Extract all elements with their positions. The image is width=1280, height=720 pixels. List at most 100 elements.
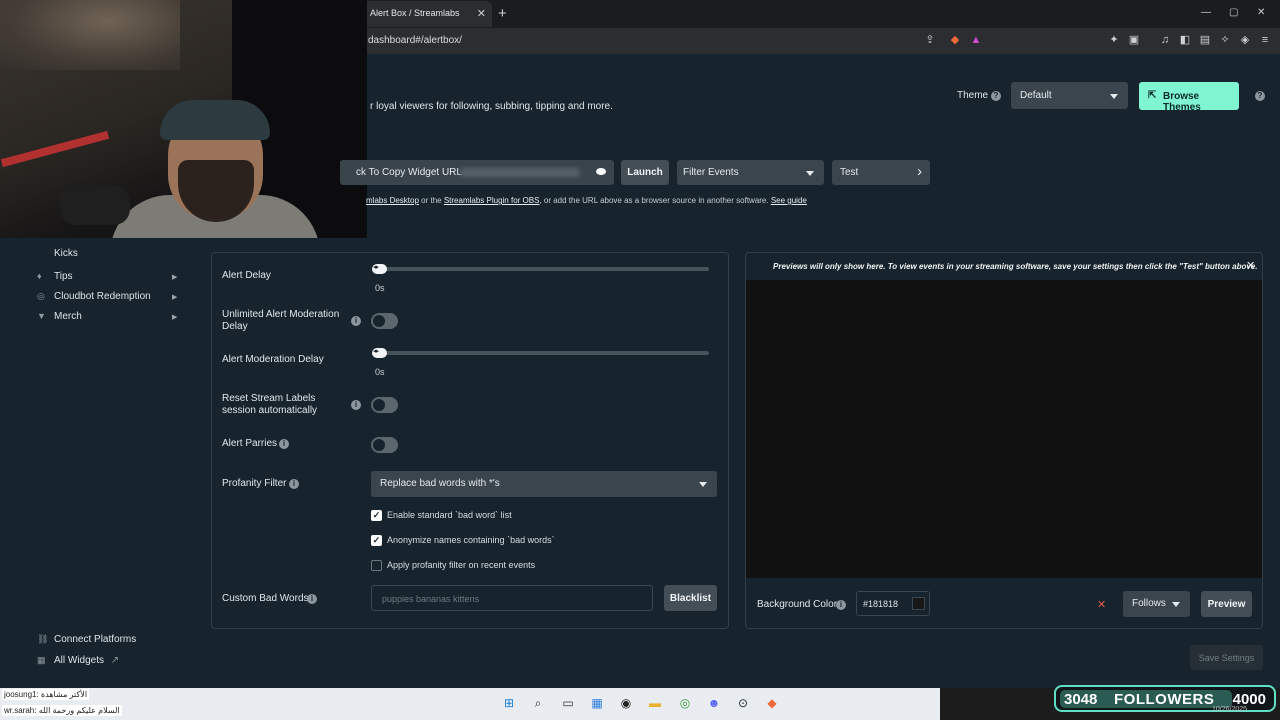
- background-color-value: #181818: [863, 599, 899, 609]
- wallet-icon[interactable]: ▤: [1198, 33, 1212, 47]
- sidebar-item-tips[interactable]: ♦ Tips: [37, 271, 73, 282]
- connect-platforms-label: Connect Platforms: [54, 634, 137, 645]
- blacklist-button[interactable]: Blacklist: [664, 585, 717, 611]
- alert-delay-value: 0s: [375, 283, 385, 293]
- moderation-delay-handle[interactable]: [372, 347, 387, 358]
- brave-icon[interactable]: ◆: [763, 694, 781, 712]
- guide-text-part: , or add the URL above as a browser sour…: [539, 196, 771, 205]
- external-link-icon: ⇱: [1148, 90, 1157, 101]
- browse-themes-button[interactable]: ⇱ Browse Themes: [1139, 82, 1239, 113]
- unlimited-moderation-toggle[interactable]: [371, 313, 398, 329]
- theme-select[interactable]: Default: [1011, 82, 1128, 109]
- obs-plugin-link[interactable]: Streamlabs Plugin for OBS: [444, 196, 540, 205]
- alert-delay-handle[interactable]: [372, 263, 387, 274]
- moderation-delay-slider[interactable]: [372, 351, 709, 355]
- filter-events-label: Filter Events: [683, 167, 739, 178]
- rewards-icon[interactable]: ▲: [969, 33, 983, 47]
- menu-icon[interactable]: ≡: [1258, 33, 1272, 47]
- guide-text: mlabs Desktop or the Streamlabs Plugin f…: [366, 196, 807, 205]
- see-guide-link[interactable]: See guide: [771, 196, 807, 205]
- sidebar-item-merch[interactable]: ▼ Merch: [37, 311, 82, 322]
- share-icon[interactable]: ⇪: [923, 33, 937, 47]
- merch-icon: ▼: [37, 311, 46, 321]
- anonymize-names-label: Anonymize names containing `bad words`: [387, 535, 555, 545]
- follows-select[interactable]: Follows: [1123, 591, 1190, 617]
- recent-events-label: Apply profanity filter on recent events: [387, 560, 536, 570]
- sidebar-item-label: Tips: [54, 271, 73, 282]
- chevron-down-icon: [806, 170, 814, 176]
- sidebar-item-label: Cloudbot Redemption: [54, 291, 151, 302]
- minimize-button[interactable]: —: [1201, 7, 1211, 18]
- preview-note: Previews will only show here. To view ev…: [773, 262, 1258, 271]
- screen: Alert Box / Streamlabs ✕ + — ▢ ✕ dashboa…: [0, 0, 1280, 720]
- chevron-down-icon: [1172, 602, 1180, 607]
- filter-events-select[interactable]: Filter Events: [677, 160, 824, 185]
- preview-button[interactable]: Preview: [1201, 591, 1252, 617]
- page-subtitle: r loyal viewers for following, subbing, …: [370, 101, 613, 112]
- reset-labels-toggle[interactable]: [371, 397, 398, 413]
- url-text[interactable]: dashboard#/alertbox/: [368, 35, 462, 46]
- tab-alert-box[interactable]: Alert Box / Streamlabs ✕: [362, 1, 492, 27]
- sidebar-item-cloudbot[interactable]: ◎ Cloudbot Redemption: [37, 291, 151, 302]
- leo-icon[interactable]: ✧: [1218, 33, 1232, 47]
- recent-events-checkbox[interactable]: [371, 560, 382, 571]
- cloudbot-icon: ◎: [37, 291, 45, 301]
- save-settings-button[interactable]: Save Settings: [1190, 645, 1263, 670]
- standard-list-checkbox[interactable]: ✓: [371, 510, 382, 521]
- obs-icon[interactable]: ◉: [617, 694, 635, 712]
- steam-icon[interactable]: ⊙: [734, 694, 752, 712]
- info-icon[interactable]: i: [307, 594, 317, 604]
- page-help-icon[interactable]: ?: [1255, 91, 1265, 101]
- alert-parries-toggle[interactable]: [371, 437, 398, 453]
- close-window-button[interactable]: ✕: [1257, 7, 1265, 18]
- maximize-button[interactable]: ▢: [1229, 7, 1238, 18]
- all-widgets-link[interactable]: ▦ All Widgets ↗: [37, 655, 119, 666]
- custom-bad-words-input[interactable]: puppies bananas kittens: [371, 585, 653, 611]
- chevron-right-icon[interactable]: ▶: [172, 313, 177, 321]
- info-icon[interactable]: i: [279, 439, 289, 449]
- profanity-filter-select[interactable]: Replace bad words with *'s: [371, 471, 717, 497]
- tab-close-icon[interactable]: ✕: [477, 7, 486, 20]
- background-color-input[interactable]: #181818: [856, 591, 930, 616]
- discord-icon[interactable]: ☻: [705, 694, 723, 712]
- extensions-icon[interactable]: ✦: [1107, 33, 1121, 47]
- windows-icon[interactable]: ⊞: [500, 694, 518, 712]
- info-icon[interactable]: i: [351, 400, 361, 410]
- folder-icon[interactable]: ▬: [646, 694, 664, 712]
- chrome-icon[interactable]: ◎: [676, 694, 694, 712]
- chat-message: wr.sarah: السلام عليكم ورحمة الله: [2, 705, 122, 716]
- follows-label: Follows: [1132, 598, 1166, 609]
- taskview-icon[interactable]: ▭: [559, 694, 577, 712]
- info-icon[interactable]: i: [351, 316, 361, 326]
- test-button[interactable]: Test ›: [832, 160, 930, 185]
- streamlabs-desktop-link[interactable]: mlabs Desktop: [366, 196, 419, 205]
- color-swatch[interactable]: [912, 597, 925, 610]
- alert-delay-slider[interactable]: [372, 267, 709, 271]
- mute-icon[interactable]: ✕: [1097, 598, 1106, 611]
- search-icon[interactable]: ⌕: [529, 694, 547, 712]
- eye-icon[interactable]: [596, 168, 606, 175]
- connect-platforms-link[interactable]: ⛓ Connect Platforms: [37, 634, 136, 645]
- chevron-right-icon[interactable]: ▶: [172, 273, 177, 281]
- sidebar-icon[interactable]: ◧: [1178, 33, 1192, 47]
- close-icon[interactable]: ✕: [1246, 259, 1255, 272]
- info-icon[interactable]: i: [836, 600, 846, 610]
- sidebar-item-kicks[interactable]: Kicks: [54, 248, 78, 259]
- store-icon[interactable]: ▦: [588, 694, 606, 712]
- music-icon[interactable]: ♫: [1158, 33, 1172, 47]
- widget-url-field[interactable]: ck To Copy Widget URL: [340, 160, 614, 185]
- brave-shield-icon[interactable]: ◆: [948, 33, 962, 47]
- new-tab-button[interactable]: +: [498, 5, 507, 22]
- preview-canvas: [746, 280, 1262, 578]
- launch-button[interactable]: Launch: [621, 160, 669, 185]
- followers-label: FOLLOWERS: [1114, 691, 1215, 708]
- anonymize-names-checkbox[interactable]: ✓: [371, 535, 382, 546]
- chevron-right-icon[interactable]: ▶: [172, 293, 177, 301]
- moderation-delay-label: Alert Moderation Delay: [222, 354, 324, 365]
- theme-help-icon[interactable]: ?: [991, 91, 1001, 101]
- theme-label: Theme: [957, 90, 989, 101]
- vpn-icon[interactable]: ◈: [1238, 33, 1252, 47]
- info-icon[interactable]: i: [289, 479, 299, 489]
- moderation-delay-value: 0s: [375, 367, 385, 377]
- reader-icon[interactable]: ▣: [1127, 33, 1141, 47]
